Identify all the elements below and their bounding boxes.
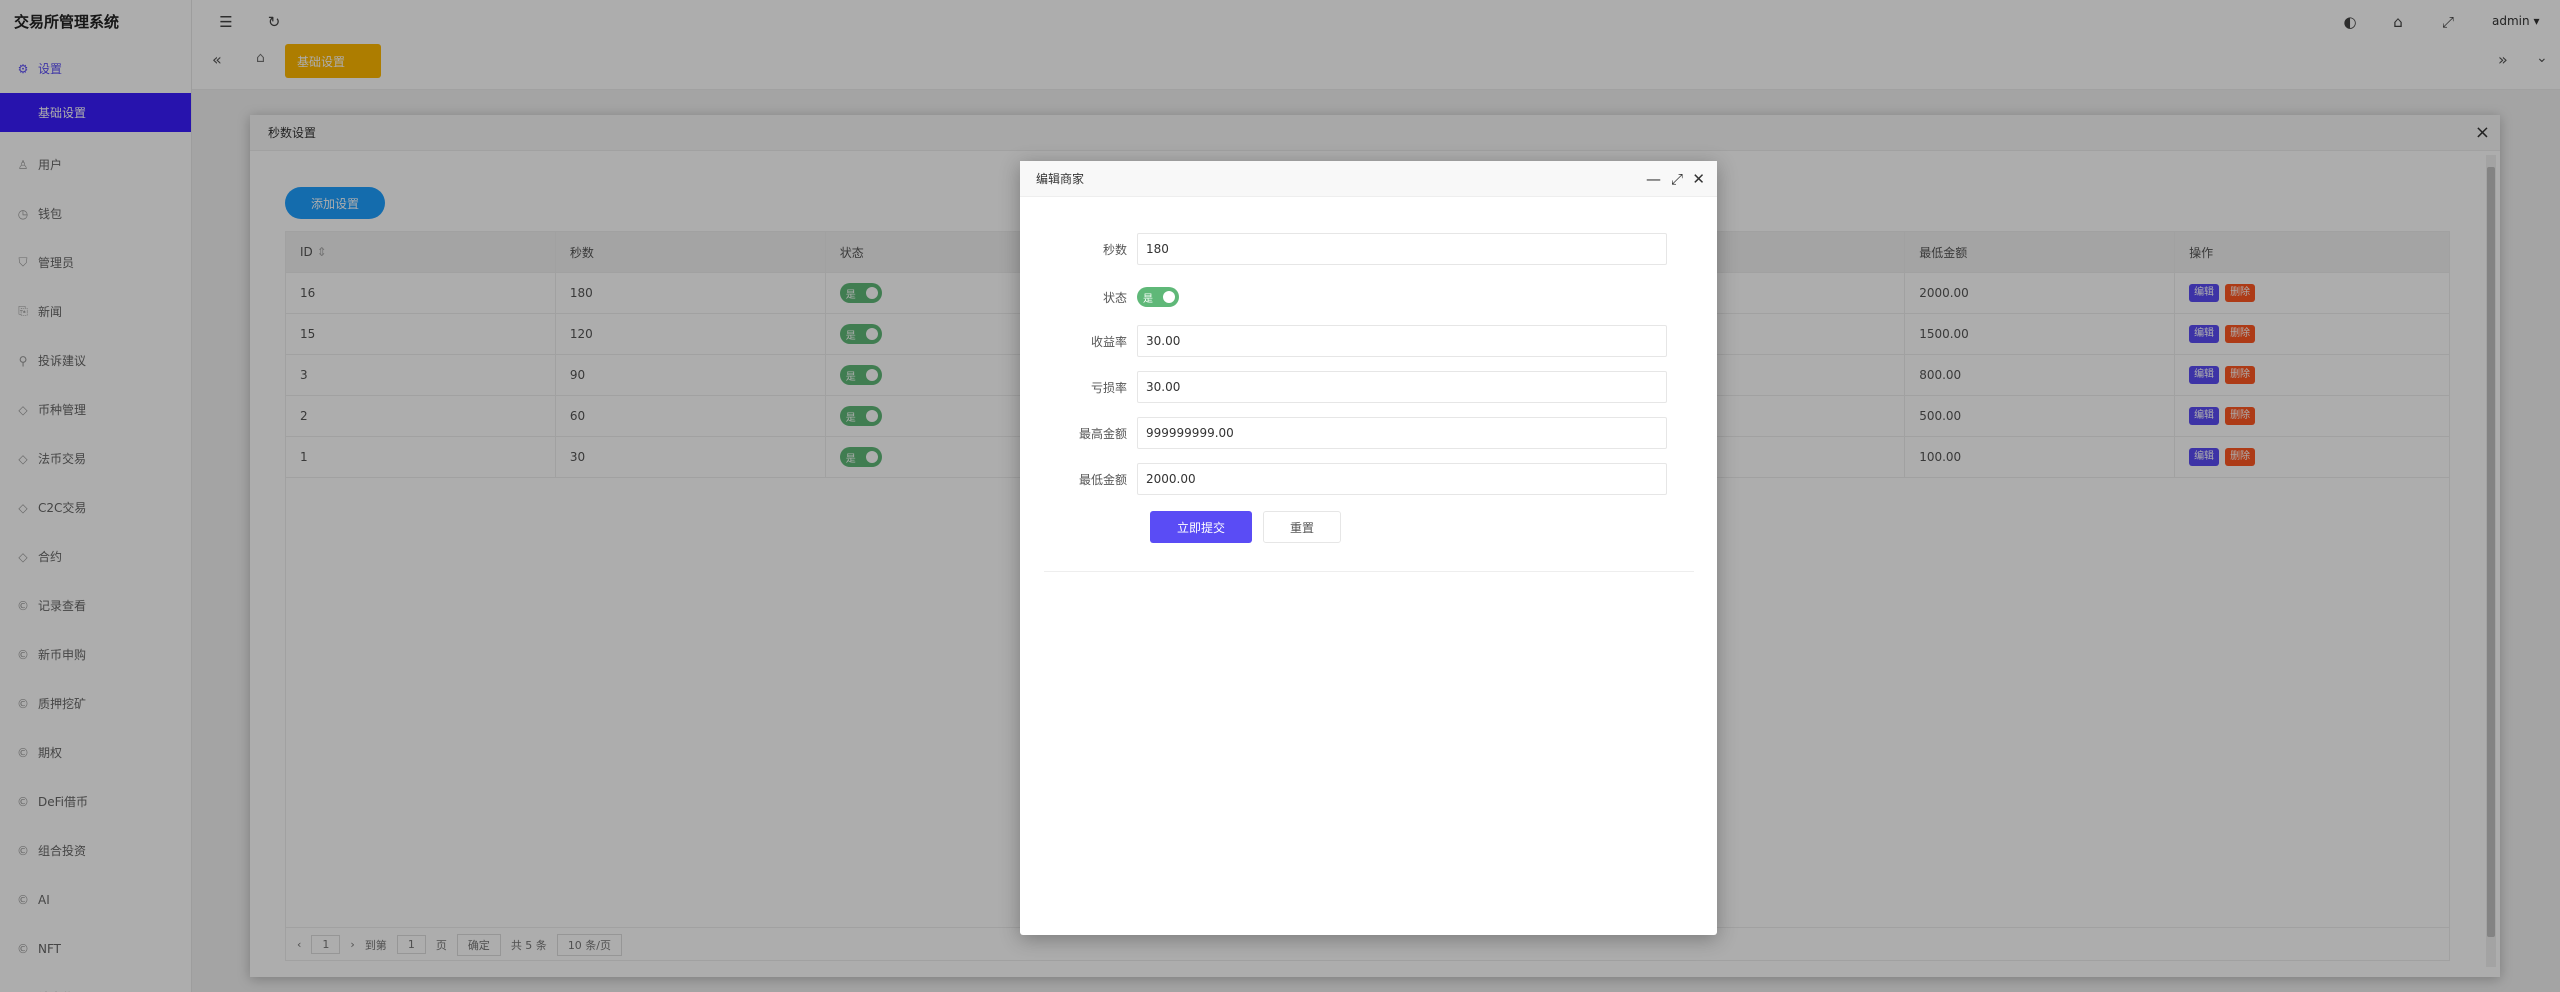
dialog-header: 编辑商家 — ⤢ ✕ [1020,161,1717,197]
min-amount-label: 最低金额 [1078,472,1127,487]
dialog-divider [1044,571,1694,572]
form-row-status: 状态 是 [1020,281,1717,313]
profit-rate-label: 收益率 [1090,334,1127,349]
reset-button[interactable]: 重置 [1263,511,1341,543]
loss-rate-label: 亏损率 [1090,380,1127,395]
form-row-seconds: 秒数 [1020,233,1717,265]
profit-rate-input[interactable] [1137,325,1667,357]
submit-button[interactable]: 立即提交 [1150,511,1252,543]
minimize-icon[interactable]: — [1646,161,1661,197]
status-switch-text: 是 [1143,293,1153,305]
loss-rate-input[interactable] [1137,371,1667,403]
form-row-profit: 收益率 [1020,325,1717,357]
maximize-icon[interactable]: ⤢ [1671,161,1683,197]
close-icon[interactable]: ✕ [1692,161,1705,197]
form-row-min: 最低金额 [1020,463,1717,495]
form-row-loss: 亏损率 [1020,371,1717,403]
max-amount-input[interactable] [1137,417,1667,449]
status-switch[interactable]: 是 [1137,287,1179,307]
max-amount-label: 最高金额 [1078,426,1127,441]
seconds-label: 秒数 [1102,242,1127,257]
seconds-input[interactable] [1137,233,1667,265]
dialog-title: 编辑商家 [1036,172,1085,186]
edit-merchant-dialog: 编辑商家 — ⤢ ✕ 秒数 状态 是 收益率 亏损率 最高金额 最低金额 立即提… [1020,161,1717,935]
form-row-max: 最高金额 [1020,417,1717,449]
min-amount-input[interactable] [1137,463,1667,495]
status-label: 状态 [1102,290,1127,305]
